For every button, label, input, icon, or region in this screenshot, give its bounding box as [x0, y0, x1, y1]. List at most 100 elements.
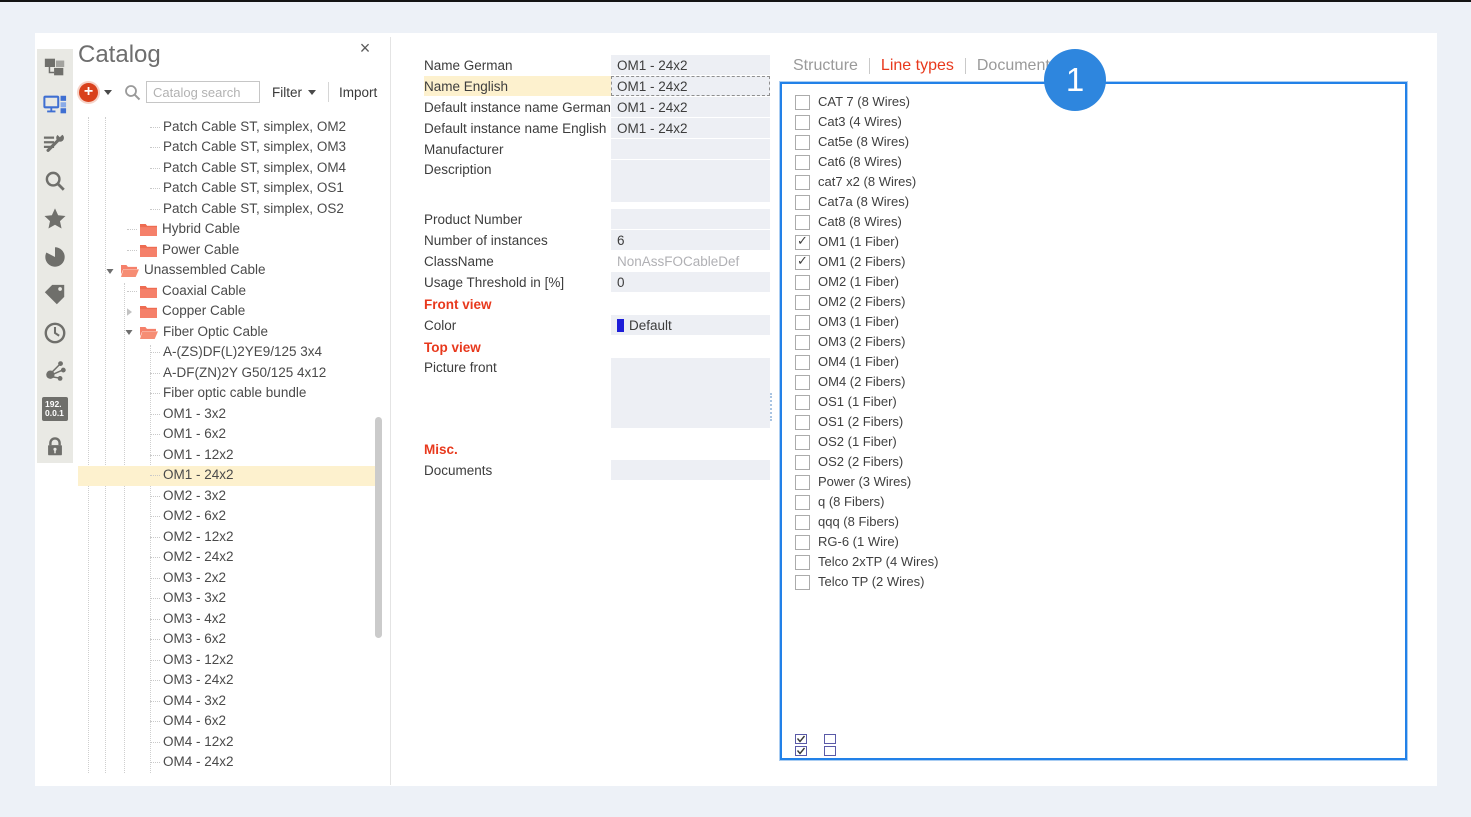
tree-item[interactable]: OM2 - 3x2 — [78, 486, 375, 507]
checkbox-unchecked[interactable] — [795, 415, 810, 430]
splitter-handle[interactable] — [770, 393, 775, 421]
checkbox-unchecked[interactable] — [795, 195, 810, 210]
tree-item[interactable]: OM3 - 24x2 — [78, 671, 375, 692]
checkbox-unchecked[interactable] — [795, 115, 810, 130]
tree-item[interactable]: OM4 - 3x2 — [78, 691, 375, 712]
tree-item[interactable]: OM3 - 3x2 — [78, 589, 375, 610]
line-type-item[interactable]: Cat8 (8 Wires) — [782, 212, 1405, 232]
line-type-item[interactable]: Cat7a (8 Wires) — [782, 192, 1405, 212]
line-type-item[interactable]: OM3 (2 Fibers) — [782, 332, 1405, 352]
favorites-star-icon[interactable] — [42, 206, 68, 232]
tree-item[interactable]: Patch Cable ST, simplex, OM4 — [78, 158, 375, 179]
line-type-item[interactable]: OM1 (1 Fiber) — [782, 232, 1405, 252]
tree-item[interactable]: Fiber optic cable bundle — [78, 384, 375, 405]
tree-item[interactable]: OM4 - 6x2 — [78, 712, 375, 733]
checkbox-unchecked[interactable] — [795, 155, 810, 170]
line-type-item[interactable]: OM4 (2 Fibers) — [782, 372, 1405, 392]
checkbox-unchecked[interactable] — [795, 395, 810, 410]
tree-item[interactable]: Hybrid Cable — [78, 220, 375, 241]
tree-item[interactable]: OM4 - 12x2 — [78, 732, 375, 753]
line-type-item[interactable]: Cat6 (8 Wires) — [782, 152, 1405, 172]
tree-scrollbar-thumb[interactable] — [375, 417, 382, 638]
tree-item[interactable]: Power Cable — [78, 240, 375, 261]
line-type-item[interactable]: cat7 x2 (8 Wires) — [782, 172, 1405, 192]
tree-item[interactable]: OM2 - 12x2 — [78, 527, 375, 548]
hierarchy-icon[interactable] — [42, 54, 68, 80]
tree-item[interactable]: Coaxial Cable — [78, 281, 375, 302]
checkbox-unchecked[interactable] — [795, 535, 810, 550]
line-type-item[interactable]: Cat5e (8 Wires) — [782, 132, 1405, 152]
topology-icon[interactable] — [42, 358, 68, 384]
checkbox-unchecked[interactable] — [795, 435, 810, 450]
checkbox-unchecked[interactable] — [795, 135, 810, 150]
checkbox-unchecked[interactable] — [795, 315, 810, 330]
tree-item[interactable]: OM1 - 6x2 — [78, 425, 375, 446]
checkbox-unchecked[interactable] — [795, 275, 810, 290]
import-button[interactable]: Import — [339, 85, 377, 100]
checkbox-unchecked[interactable] — [795, 355, 810, 370]
tree-expander-collapsed-icon[interactable] — [124, 307, 140, 317]
filter-button[interactable]: Filter — [272, 85, 316, 100]
tree-item[interactable]: Fiber Optic Cable — [78, 322, 375, 343]
lock-icon[interactable] — [42, 434, 68, 460]
checkbox-unchecked[interactable] — [795, 295, 810, 310]
checkbox-unchecked[interactable] — [795, 575, 810, 590]
tab-structure[interactable]: Structure — [793, 57, 858, 75]
tree-item[interactable]: OM4 - 24x2 — [78, 753, 375, 774]
line-type-item[interactable]: RG-6 (1 Wire) — [782, 532, 1405, 552]
select-all-button[interactable] — [795, 734, 808, 757]
tree-item[interactable]: Patch Cable ST, simplex, OS1 — [78, 179, 375, 200]
catalog-search-input[interactable] — [146, 81, 260, 103]
checkbox-unchecked[interactable] — [795, 475, 810, 490]
tree-expander-open-icon[interactable] — [105, 266, 121, 276]
form-field-value[interactable]: OM1 - 24x2 — [611, 118, 770, 138]
form-field-value[interactable]: OM1 - 24x2 — [611, 76, 770, 96]
line-type-item[interactable]: Telco TP (2 Wires) — [782, 572, 1405, 592]
line-type-item[interactable]: Telco 2xTP (4 Wires) — [782, 552, 1405, 572]
line-type-item[interactable]: OM4 (1 Fiber) — [782, 352, 1405, 372]
checkbox-unchecked[interactable] — [795, 175, 810, 190]
line-type-item[interactable]: OM2 (1 Fiber) — [782, 272, 1405, 292]
form-field-value[interactable] — [611, 139, 770, 159]
checkbox-unchecked[interactable] — [795, 95, 810, 110]
form-field-value[interactable]: NonAssFOCableDef — [611, 251, 770, 271]
line-type-item[interactable]: OS1 (1 Fiber) — [782, 392, 1405, 412]
tree-item[interactable]: A-(ZS)DF(L)2YE9/125 3x4 — [78, 343, 375, 364]
form-field-value[interactable]: 0 — [611, 272, 770, 292]
tree-scrollbar[interactable] — [375, 117, 382, 774]
pie-chart-icon[interactable] — [42, 244, 68, 270]
form-field-value[interactable] — [611, 160, 770, 202]
tree-item[interactable]: OM2 - 24x2 — [78, 548, 375, 569]
tree-item[interactable]: Copper Cable — [78, 302, 375, 323]
line-type-item[interactable]: OS2 (2 Fibers) — [782, 452, 1405, 472]
line-type-item[interactable]: q (8 Fibers) — [782, 492, 1405, 512]
checkbox-unchecked[interactable] — [795, 455, 810, 470]
tree-expander-open-icon[interactable] — [124, 327, 140, 337]
deselect-all-button[interactable] — [824, 734, 837, 757]
line-type-item[interactable]: Power (3 Wires) — [782, 472, 1405, 492]
form-field-value[interactable] — [611, 358, 770, 428]
checkbox-unchecked[interactable] — [795, 215, 810, 230]
form-field-value[interactable]: 6 — [611, 230, 770, 250]
form-field-value[interactable]: OM1 - 24x2 — [611, 97, 770, 117]
add-button[interactable]: + — [79, 83, 98, 102]
checkbox-checked[interactable] — [795, 255, 810, 270]
checkbox-unchecked[interactable] — [795, 495, 810, 510]
tree-item[interactable]: Patch Cable ST, simplex, OM2 — [78, 117, 375, 138]
tree-item[interactable]: OM2 - 6x2 — [78, 507, 375, 528]
tag-icon[interactable] — [42, 282, 68, 308]
checkbox-unchecked[interactable] — [795, 335, 810, 350]
clock-icon[interactable] — [42, 320, 68, 346]
tools-icon[interactable] — [42, 130, 68, 156]
tree-item[interactable]: A-DF(ZN)2Y G50/125 4x12 — [78, 363, 375, 384]
tree-item[interactable]: OM3 - 2x2 — [78, 568, 375, 589]
tree-item[interactable]: OM3 - 12x2 — [78, 650, 375, 671]
checkbox-unchecked[interactable] — [795, 515, 810, 530]
checkbox-unchecked[interactable] — [795, 375, 810, 390]
line-type-item[interactable]: OM1 (2 Fibers) — [782, 252, 1405, 272]
checkbox-unchecked[interactable] — [795, 555, 810, 570]
close-panel-button[interactable]: × — [355, 38, 375, 59]
add-dropdown-caret-icon[interactable] — [104, 90, 112, 95]
line-type-item[interactable]: OS2 (1 Fiber) — [782, 432, 1405, 452]
form-field-value[interactable] — [611, 460, 770, 480]
